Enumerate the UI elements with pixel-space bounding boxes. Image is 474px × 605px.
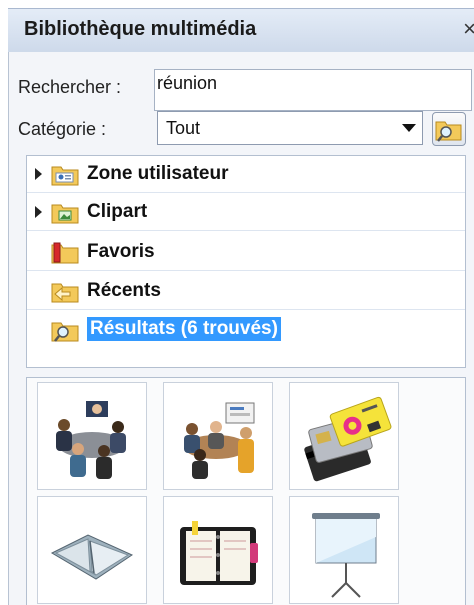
user-folder-icon	[51, 166, 79, 186]
tree-item-label: Récents	[87, 280, 161, 301]
tree-item-label: Favoris	[87, 241, 155, 262]
tree-item-favorites[interactable]: Favoris	[27, 234, 465, 271]
access-cards-icon	[304, 396, 392, 482]
expand-arrow-icon[interactable]	[35, 206, 42, 218]
search-results-folder-icon	[51, 322, 79, 342]
meeting-people-icon	[56, 401, 126, 479]
panel-title: Bibliothèque multimédia	[24, 18, 257, 40]
result-thumbnail[interactable]	[37, 496, 147, 604]
result-thumbnail[interactable]	[289, 382, 399, 490]
tree-item-label: Résultats (6 trouvés)	[87, 317, 281, 341]
category-label: Catégorie :	[18, 119, 107, 139]
tree-item-clipart[interactable]: Clipart	[27, 194, 465, 231]
category-selected-value: Tout	[166, 118, 201, 138]
result-thumbnail[interactable]	[289, 496, 399, 604]
tree-item-search-results[interactable]: Résultats (6 trouvés)	[27, 312, 465, 348]
category-tree: Zone utilisateur Clipart Favoris Récents…	[26, 155, 466, 368]
result-thumbnail[interactable]	[163, 496, 273, 604]
search-label: Rechercher :	[18, 77, 122, 97]
favorites-folder-icon	[51, 242, 79, 264]
recent-folder-icon	[51, 283, 79, 303]
tree-item-label: Zone utilisateur	[87, 163, 229, 184]
panel-titlebar: Bibliothèque multimédia ×	[8, 8, 474, 54]
result-thumbnail[interactable]	[37, 382, 147, 490]
expand-arrow-icon[interactable]	[35, 168, 42, 180]
projection-screen-icon	[312, 513, 380, 598]
organizer-agenda-icon	[180, 521, 258, 585]
browse-folder-button[interactable]	[432, 112, 466, 146]
tree-item-user-zone[interactable]: Zone utilisateur	[27, 156, 465, 193]
clipart-folder-icon	[51, 204, 79, 224]
chevron-down-icon	[402, 124, 416, 132]
tree-item-label: Clipart	[87, 201, 148, 222]
result-thumbnail[interactable]	[163, 382, 273, 490]
search-input[interactable]	[154, 69, 472, 111]
results-gallery	[26, 377, 466, 605]
search-folder-icon	[435, 121, 462, 142]
open-book-icon	[50, 534, 134, 580]
tree-item-recent[interactable]: Récents	[27, 273, 465, 310]
media-library-panel: Bibliothèque multimédia × Rechercher : C…	[0, 0, 474, 605]
close-icon[interactable]: ×	[463, 16, 474, 42]
category-select[interactable]: Tout	[157, 111, 423, 145]
meeting-presentation-icon	[184, 402, 255, 479]
